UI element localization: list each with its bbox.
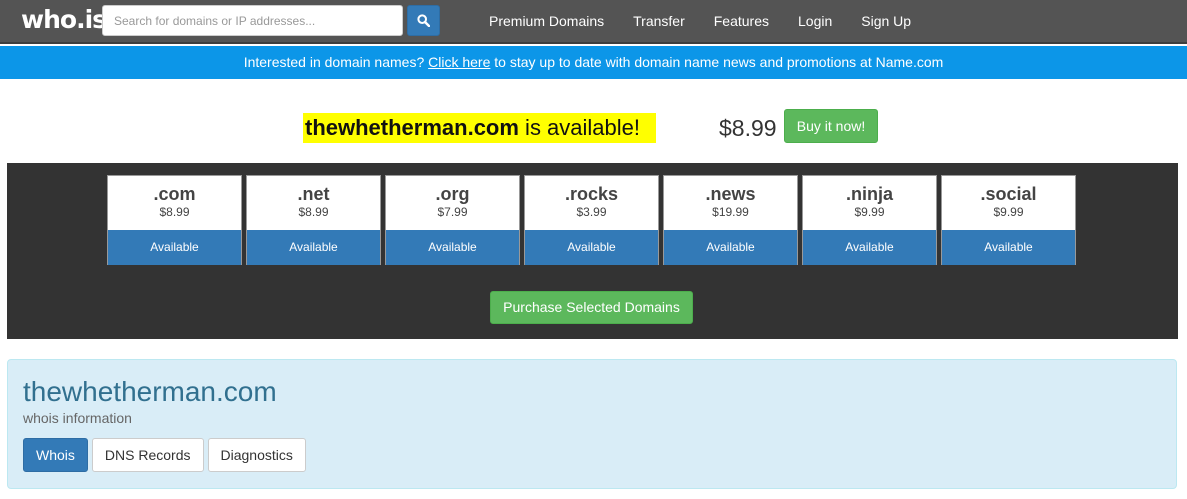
tld-card-org[interactable]: .org $7.99 Available [385,175,520,265]
nav-login[interactable]: Login [784,13,846,29]
availability-status: is available! [518,115,641,140]
tld-price: $9.99 [993,205,1024,219]
search-icon [417,14,430,27]
tld-panel: .com $8.99 Available .net $8.99 Availabl… [7,163,1178,339]
tld-card-social[interactable]: .social $9.99 Available [941,175,1076,265]
tld-name: .news [705,184,756,204]
promo-suffix: to stay up to date with domain name news… [490,54,944,70]
tld-card-news[interactable]: .news $19.99 Available [663,175,798,265]
page-subtitle: whois information [23,410,132,426]
tld-status[interactable]: Available [247,230,380,265]
buy-now-button[interactable]: Buy it now! [784,109,878,143]
tld-name: .net [297,184,330,204]
search-input[interactable] [102,5,403,36]
main-nav: Premium Domains Transfer Features Login … [475,0,926,42]
tld-price: $3.99 [576,205,607,219]
search-button[interactable] [407,5,440,36]
whois-info-panel: thewhetherman.com whois information Whoi… [7,359,1177,489]
tld-card-rocks[interactable]: .rocks $3.99 Available [524,175,659,265]
tld-price: $7.99 [437,205,468,219]
tld-card-com[interactable]: .com $8.99 Available [107,175,242,265]
nav-transfer[interactable]: Transfer [619,13,699,29]
tld-name: .ninja [845,184,893,204]
site-logo[interactable]: who.is [21,5,107,34]
tld-status[interactable]: Available [803,230,936,265]
availability-row: thewhetherman.com is available! $8.99 Bu… [0,108,1187,148]
promo-prefix: Interested in domain names? [243,54,429,70]
tld-name: .rocks [564,184,619,204]
tld-card-net[interactable]: .net $8.99 Available [246,175,381,265]
promo-link[interactable]: Click here [428,54,490,70]
tld-status[interactable]: Available [525,230,658,265]
availability-headline: thewhetherman.com is available! [303,113,657,143]
available-domain: thewhetherman.com [305,115,519,140]
tld-price: $19.99 [712,205,749,219]
page-title: thewhetherman.com [23,376,277,407]
tld-status[interactable]: Available [108,230,241,265]
nav-features[interactable]: Features [700,13,783,29]
tab-diagnostics[interactable]: Diagnostics [207,438,306,472]
tld-name: .social [980,184,1037,204]
tld-card-ninja[interactable]: .ninja $9.99 Available [802,175,937,265]
tld-status[interactable]: Available [664,230,797,265]
nav-premium-domains[interactable]: Premium Domains [475,13,618,29]
info-tabs: Whois DNS Records Diagnostics [23,438,310,472]
tab-dns-records[interactable]: DNS Records [91,438,204,472]
tld-status[interactable]: Available [942,230,1075,265]
tld-name: .com [153,184,196,204]
promo-banner: Interested in domain names? Click here t… [0,46,1187,79]
tld-price: $8.99 [298,205,329,219]
tld-price: $9.99 [854,205,885,219]
tld-status[interactable]: Available [386,230,519,265]
tld-name: .org [435,184,470,204]
domain-price: $8.99 [719,115,777,141]
purchase-selected-button[interactable]: Purchase Selected Domains [490,291,693,324]
top-navbar: who.is Premium Domains Transfer Features… [0,0,1187,44]
nav-sign-up[interactable]: Sign Up [847,13,925,29]
tld-price: $8.99 [159,205,190,219]
tab-whois[interactable]: Whois [23,438,88,472]
